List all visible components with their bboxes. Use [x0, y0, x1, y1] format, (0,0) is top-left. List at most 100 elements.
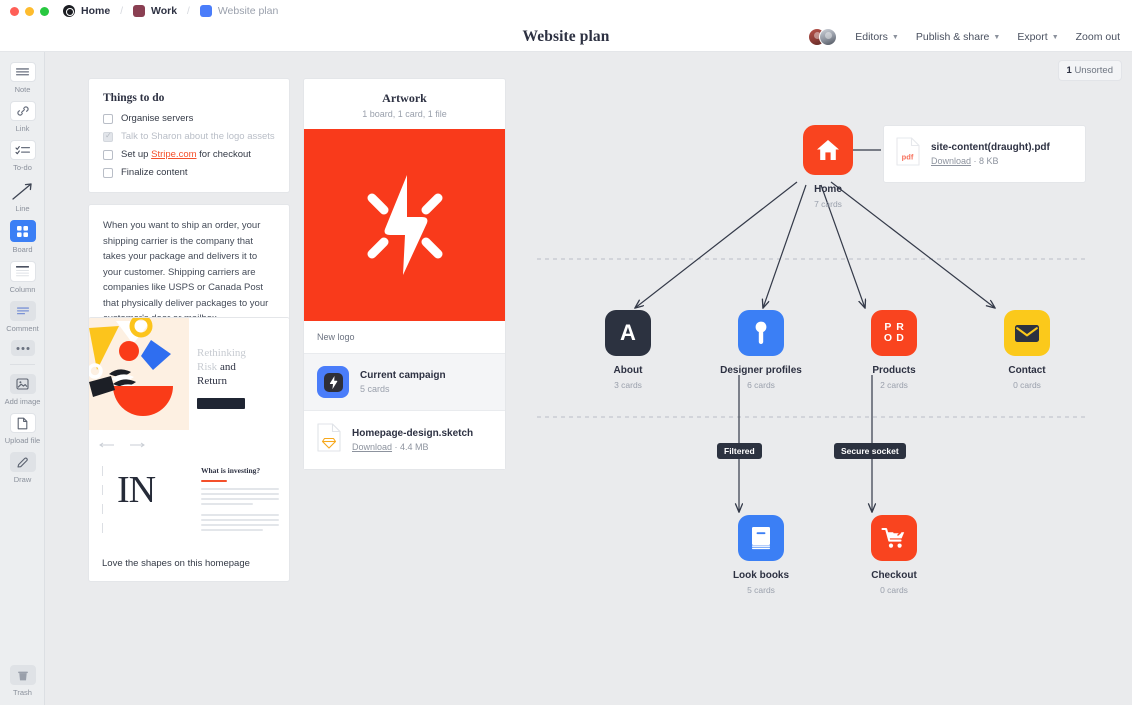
breadcrumb-item-home[interactable]: Home [63, 5, 110, 17]
editors-label: Editors [855, 31, 888, 43]
sidebar-item-label: Line [15, 204, 30, 213]
diagram-node-home[interactable]: Home 7 cards [783, 125, 873, 209]
campaign-text: Current campaign 5 cards [360, 370, 446, 394]
node-count: 0 cards [880, 585, 908, 595]
pdf-attachment-card[interactable]: pdf site-content(draught).pdf Download ·… [883, 125, 1086, 183]
screenshot-hero-text: Rethinking Risk and Return [197, 346, 281, 409]
editors-button[interactable]: Editors ▼ [855, 31, 899, 43]
sidebar-divider [9, 364, 35, 365]
header-actions: Editors ▼ Publish & share ▼ Export ▼ Zoo… [808, 22, 1120, 52]
artwork-image[interactable] [304, 129, 505, 321]
more-dots-icon [10, 340, 35, 356]
export-button[interactable]: Export ▼ [1017, 31, 1058, 43]
todo-label: Set up Stripe.com for checkout [121, 149, 251, 160]
sidebar-item-todo[interactable]: To-do [0, 133, 45, 172]
screenshot-image: Rethinking Risk and Return IN What is in… [89, 318, 289, 546]
node-label: About [613, 365, 643, 376]
app-window: Home / Work / Website plan 0 ? [0, 0, 1132, 705]
svg-text:pdf: pdf [902, 153, 914, 162]
hero-line-2b: and [219, 361, 236, 373]
chevron-down-icon: ▼ [891, 33, 899, 41]
file-title: Homepage-design.sketch [352, 428, 474, 439]
breadcrumb-label: Work [150, 5, 178, 17]
sidebar-item-trash[interactable]: Trash [0, 665, 45, 697]
sidebar-item-add-image[interactable]: Add image [0, 367, 45, 406]
artwork-card[interactable]: Artwork 1 board, 1 card, 1 file New logo [303, 78, 506, 470]
diagram-node-about[interactable]: A About 3 cards [583, 310, 673, 390]
sidebar-item-column[interactable]: Column [0, 254, 45, 294]
board-grid-icon [9, 220, 36, 242]
sketch-file-item[interactable]: Homepage-design.sketch Download · 4.4 MB [304, 411, 505, 469]
edge-label-filtered[interactable]: Filtered [717, 443, 762, 459]
sidebar-item-upload-file[interactable]: Upload file [0, 406, 45, 445]
diagram-node-products[interactable]: PROD Products 2 cards [849, 310, 939, 390]
node-label: Contact [1008, 365, 1046, 376]
sidebar-item-comment[interactable]: Comment [0, 294, 45, 333]
file-meta: Download · 4.4 MB [352, 442, 429, 452]
todo-checkbox[interactable] [103, 149, 113, 160]
tool-sidebar: Note Link To-do Line Board Column Commen… [0, 52, 45, 705]
sidebar-item-note[interactable]: Note [0, 52, 45, 94]
edge-home-to-about [635, 181, 798, 308]
section-title: What is investing? [201, 466, 261, 475]
zoom-out-label: Zoom out [1075, 31, 1120, 43]
todo-label: Organise servers [121, 113, 194, 124]
sidebar-item-label: Comment [6, 324, 39, 333]
sidebar-item-line[interactable]: Line [0, 172, 45, 213]
artwork-title: Artwork [382, 91, 427, 105]
todo-checkbox[interactable] [103, 167, 113, 178]
stripe-link[interactable]: Stripe.com [151, 149, 196, 160]
diagram-node-designer-profiles[interactable]: Designer profiles 6 cards [716, 310, 806, 390]
todo-checkbox[interactable] [103, 131, 113, 142]
hero-line-1: Rethinking [197, 347, 246, 359]
edge-label-secure-socket[interactable]: Secure socket [834, 443, 906, 459]
homepage-screenshot-card[interactable]: Rethinking Risk and Return IN What is in… [88, 317, 290, 582]
todo-item[interactable]: Set up Stripe.com for checkout [103, 149, 275, 160]
todo-label: Finalize content [121, 167, 188, 178]
breadcrumb-item-work[interactable]: Work [132, 5, 178, 17]
chevron-down-icon: ▼ [993, 33, 1001, 41]
download-link[interactable]: Download [931, 156, 971, 166]
pdf-text: site-content(draught).pdf Download · 8 K… [931, 142, 1050, 166]
hero-line-3: Return [197, 375, 227, 387]
breadcrumb-item-website-plan[interactable]: Website plan [199, 5, 279, 17]
diagram-node-look-books[interactable]: Look books 5 cards [716, 515, 806, 595]
diagram-node-contact[interactable]: Contact 0 cards [982, 310, 1072, 390]
maximize-window-button[interactable] [40, 6, 49, 16]
breadcrumb-separator: / [120, 5, 123, 17]
book-icon [738, 515, 784, 561]
board-canvas[interactable]: 1 Unsorted Things to do Organise servers… [45, 52, 1132, 705]
todo-item[interactable]: Talk to Sharon about the logo assets [103, 131, 275, 142]
todo-label: Talk to Sharon about the logo assets [121, 131, 275, 142]
node-count: 2 cards [880, 380, 908, 390]
sidebar-item-link[interactable]: Link [0, 94, 45, 133]
breadcrumb-separator: / [187, 5, 190, 17]
sidebar-item-label: Upload file [4, 436, 41, 445]
things-to-do-card[interactable]: Things to do Organise servers Talk to Sh… [88, 78, 290, 193]
window-title-bar: Home / Work / Website plan 0 ? [0, 0, 1132, 22]
current-campaign-item[interactable]: Current campaign 5 cards [304, 354, 505, 410]
diagram-node-checkout[interactable]: Checkout 0 cards [849, 515, 939, 595]
close-window-button[interactable] [10, 6, 19, 16]
draw-pencil-icon [9, 452, 36, 472]
sidebar-item-draw[interactable]: Draw [0, 445, 45, 484]
file-text: Homepage-design.sketch Download · 4.4 MB [352, 428, 473, 452]
note-icon [9, 62, 36, 82]
sidebar-item-board[interactable]: Board [0, 213, 45, 254]
sidebar-item-label: Link [15, 124, 30, 133]
zoom-out-button[interactable]: Zoom out [1076, 31, 1120, 43]
note-text: When you want to ship an order, your shi… [103, 220, 269, 324]
editors-avatars[interactable] [808, 28, 838, 46]
section-rule [201, 480, 227, 482]
todo-item[interactable]: Finalize content [103, 167, 275, 178]
download-link[interactable]: Download [352, 442, 392, 452]
todo-checkbox[interactable] [103, 113, 113, 124]
todo-item[interactable]: Organise servers [103, 113, 275, 124]
todo-text-after: for checkout [196, 149, 251, 160]
unsorted-badge[interactable]: 1 Unsorted [1057, 60, 1122, 81]
publish-share-button[interactable]: Publish & share ▼ [916, 31, 1000, 43]
breadcrumb-label: Website plan [217, 5, 279, 17]
minimize-window-button[interactable] [25, 6, 34, 16]
node-count: 5 cards [747, 585, 775, 595]
sidebar-item-more[interactable] [0, 333, 45, 356]
